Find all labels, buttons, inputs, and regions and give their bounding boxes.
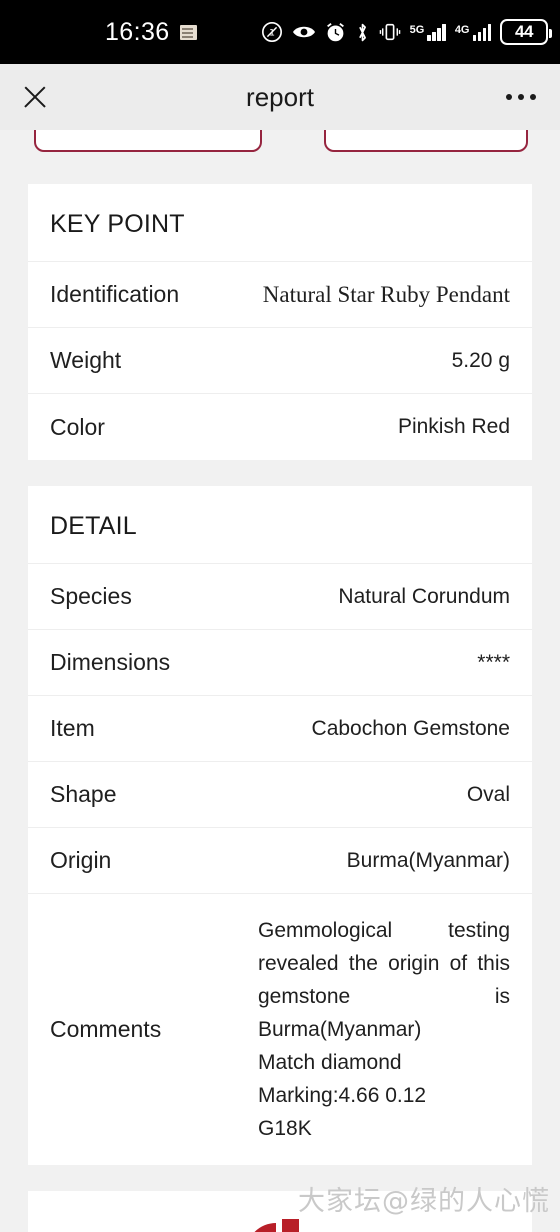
comments-grade-line: G18K [258,1117,312,1140]
bluetooth-icon [358,23,366,41]
row-label: Item [50,715,95,741]
row-value: Pinkish Red [397,415,510,438]
status-bar-left: 16:36 [105,18,197,47]
row-label: Origin [50,847,112,873]
row-value: **** [477,650,510,674]
table-row: Shape Oval [28,762,532,828]
scroll-content[interactable]: KEY POINT Identification Natural Star Ru… [0,130,560,1232]
row-value: Burma(Myanmar) [346,848,510,872]
table-row: Identification Natural Star Ruby Pendant [28,262,532,328]
grc-logo-mark [254,1219,299,1232]
row-label: Color [50,413,105,440]
row-value: Natural Corundum [338,584,510,608]
table-row: Dimensions **** [28,630,532,696]
status-bar: 16:36 1 5G 4G 44 [0,0,560,64]
eye-care-icon [292,26,315,38]
comments-label: Comments [50,1016,162,1042]
battery-indicator: 44 [500,19,552,45]
page-title: report [246,81,314,112]
row-value: Oval [466,782,510,806]
row-label: Dimensions [50,649,171,675]
vibrate-icon [379,23,400,41]
grc-logo: GRC [220,1215,340,1232]
row-value: Natural Star Ruby Pendant [262,281,510,307]
signal-5g-bars [427,23,446,41]
notes-icon [179,24,197,40]
table-row: Weight 5.20 g [28,328,532,394]
comments-match-line: Match diamond [258,1051,402,1074]
do-not-disturb-icon: 1 [261,22,282,42]
signal-4g-label: 4G [454,23,470,36]
row-label: Weight [50,347,122,373]
more-options-icon[interactable] [506,94,536,100]
detail-card: DETAIL Species Natural Corundum Dimensio… [28,486,532,1165]
row-label: Species [50,583,132,609]
comments-row: Comments Gemmological testing revealed t… [28,894,532,1165]
table-row: Origin Burma(Myanmar) [28,828,532,894]
top-action-button-left[interactable] [34,130,262,152]
signal-4g-indicator: 4G [454,23,491,41]
comments-value: Gemmological testing revealed the origin… [258,914,510,1145]
table-row: Color Pinkish Red [28,394,532,460]
detail-title: DETAIL [28,486,532,564]
phone-screen: 16:36 1 5G 4G 44 report KEY POINT Identi… [0,0,560,1232]
top-action-buttons [0,130,560,152]
row-label: Shape [50,781,117,807]
footer-card: GRC SINCE 2005 GEM RESEARCH CENTER Copyr… [28,1191,532,1232]
key-point-title: KEY POINT [28,184,532,262]
top-action-button-right[interactable] [324,130,528,152]
table-row: Item Cabochon Gemstone [28,696,532,762]
status-bar-right: 1 5G 4G 44 [261,19,552,45]
comments-paragraph: Gemmological testing revealed the origin… [258,919,510,1041]
close-icon[interactable] [18,80,52,114]
row-label: Identification [50,281,180,307]
signal-5g-label: 5G [409,23,425,36]
row-value: Cabochon Gemstone [311,716,510,740]
alarm-icon [326,22,344,41]
status-bar-clock: 16:36 [105,17,170,46]
comments-marking-line: Marking:4.66 0.12 [258,1084,427,1107]
row-value: 5.20 g [451,348,510,372]
signal-5g-indicator: 5G [409,23,446,41]
table-row: Species Natural Corundum [28,564,532,630]
app-header: report [0,64,560,130]
battery-level-text: 44 [515,22,533,41]
key-point-card: KEY POINT Identification Natural Star Ru… [28,184,532,460]
signal-4g-bars [472,23,491,41]
